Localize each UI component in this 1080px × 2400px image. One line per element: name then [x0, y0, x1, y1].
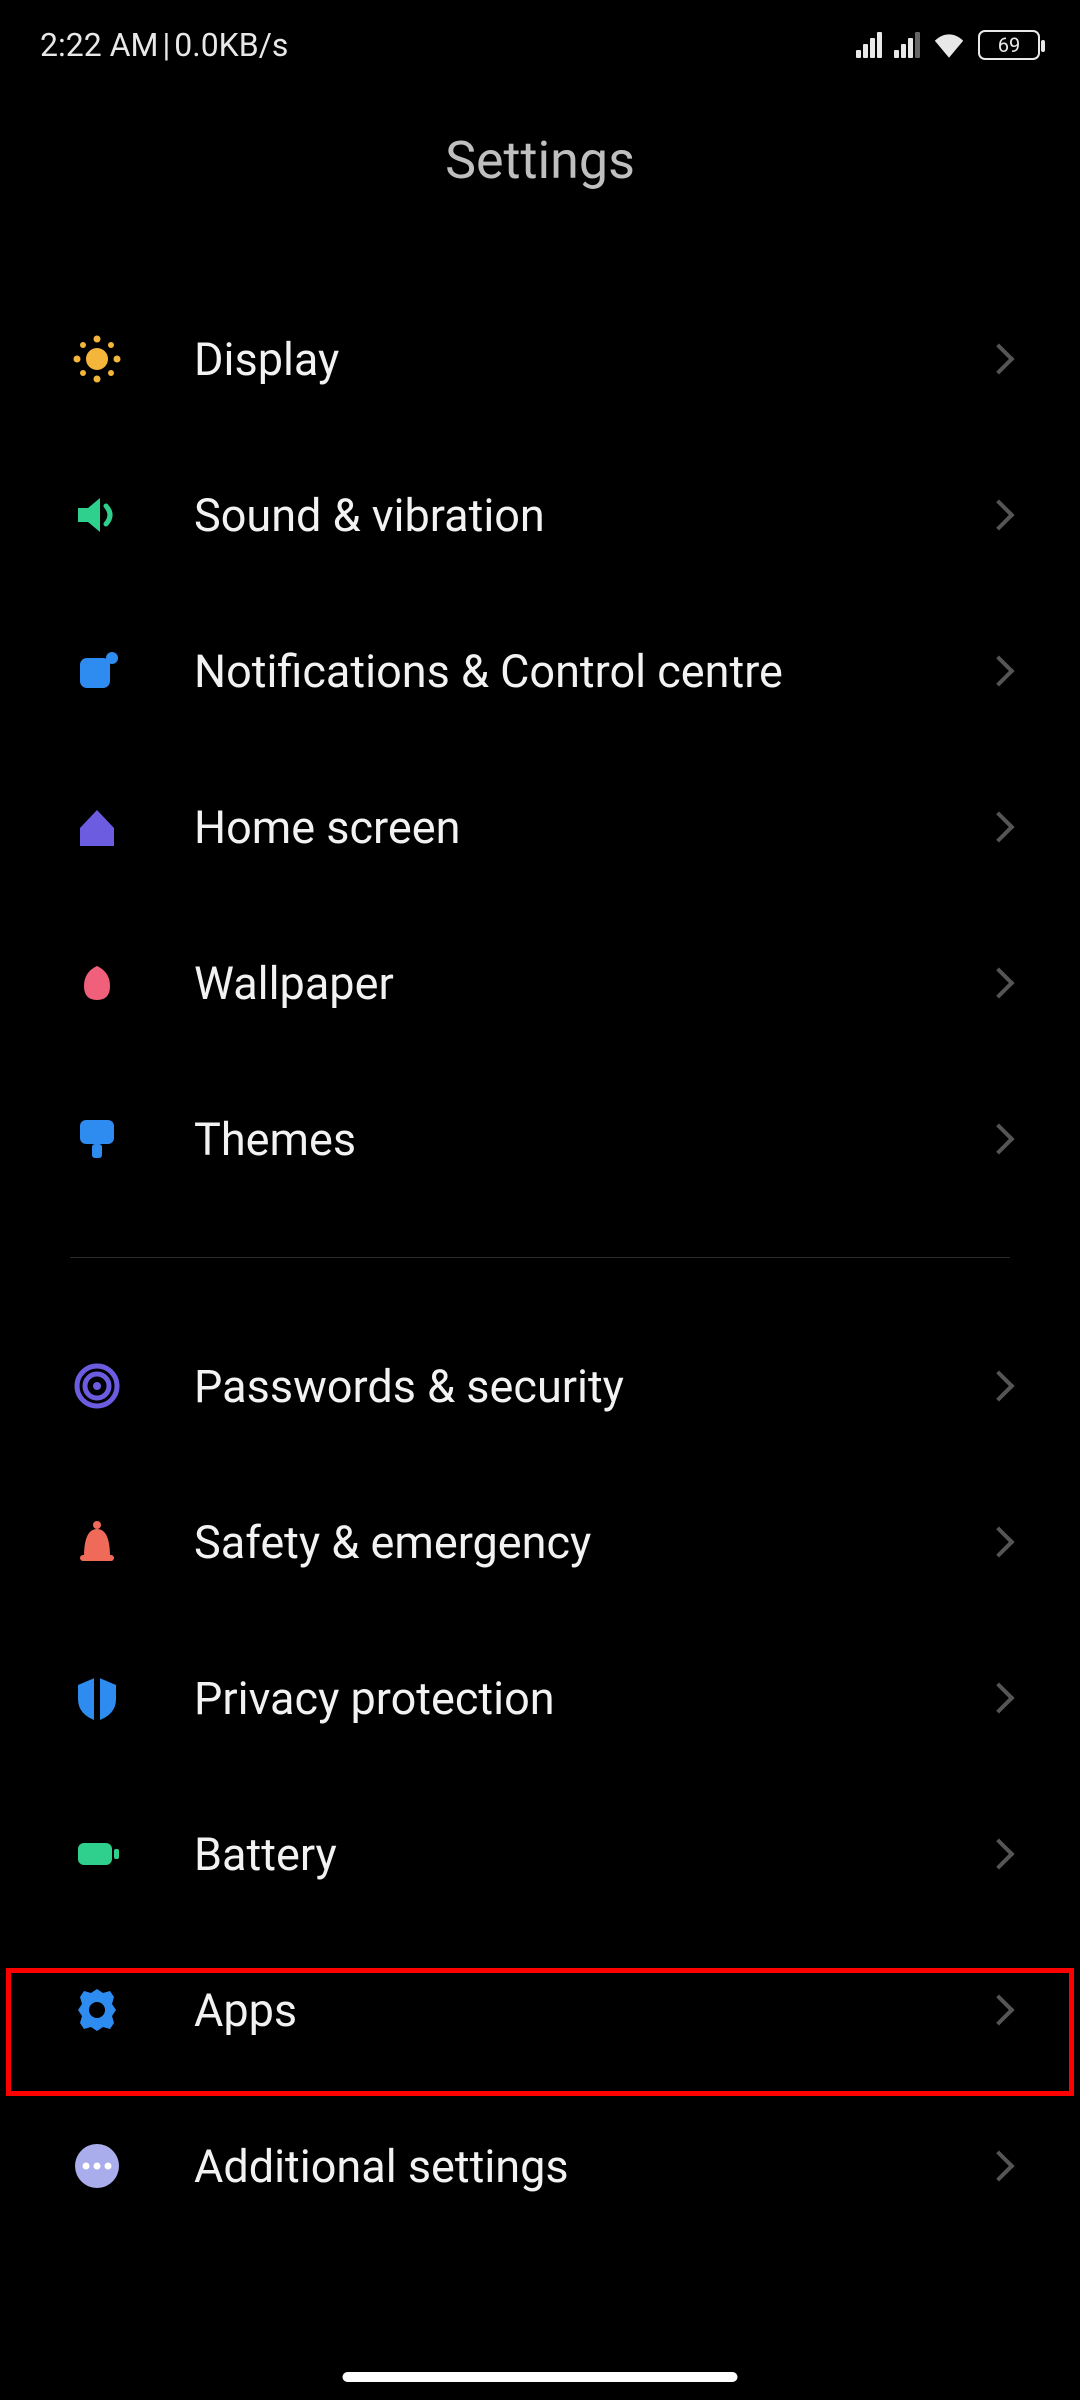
- settings-item-label: Safety & emergency: [194, 1516, 988, 1569]
- settings-item-label: Apps: [194, 1984, 988, 2037]
- chevron-right-icon: [983, 655, 1014, 686]
- chevron-right-icon: [983, 1370, 1014, 1401]
- settings-item-label: Passwords & security: [194, 1360, 988, 1413]
- chevron-right-icon: [983, 811, 1014, 842]
- flower-icon: [70, 956, 124, 1010]
- battery-level: 69: [998, 33, 1020, 57]
- settings-item-label: Display: [194, 333, 988, 386]
- status-bar: 2:22 AM | 0.0KB/s 69: [0, 0, 1080, 90]
- settings-item-apps[interactable]: Apps: [70, 1932, 1010, 2088]
- notifications-icon: [70, 644, 124, 698]
- settings-item-home-screen[interactable]: Home screen: [70, 749, 1010, 905]
- chevron-right-icon: [983, 343, 1014, 374]
- settings-list[interactable]: Display Sound & vibration Notifications …: [0, 281, 1080, 2244]
- chevron-right-icon: [983, 1123, 1014, 1154]
- settings-item-sound[interactable]: Sound & vibration: [70, 437, 1010, 593]
- signal-icon-2: [894, 32, 920, 58]
- settings-item-label: Additional settings: [194, 2140, 988, 2193]
- speaker-icon: [70, 488, 124, 542]
- settings-item-additional[interactable]: Additional settings: [70, 2088, 1010, 2244]
- settings-item-notifications[interactable]: Notifications & Control centre: [70, 593, 1010, 749]
- section-divider: [70, 1257, 1010, 1258]
- settings-item-safety[interactable]: Safety & emergency: [70, 1464, 1010, 1620]
- chevron-right-icon: [983, 1526, 1014, 1557]
- gear-icon: [70, 1983, 124, 2037]
- status-right: 69: [856, 30, 1040, 60]
- settings-item-battery[interactable]: Battery: [70, 1776, 1010, 1932]
- home-indicator[interactable]: [343, 2372, 738, 2382]
- brush-icon: [70, 1112, 124, 1166]
- emergency-icon: [70, 1515, 124, 1569]
- more-icon: [70, 2139, 124, 2193]
- battery-item-icon: [70, 1827, 124, 1881]
- settings-item-label: Battery: [194, 1828, 988, 1881]
- settings-item-passwords[interactable]: Passwords & security: [70, 1308, 1010, 1464]
- page-title: Settings: [0, 90, 1080, 281]
- home-icon: [70, 800, 124, 854]
- status-net-speed: 0.0KB/s: [174, 26, 288, 64]
- fingerprint-icon: [70, 1359, 124, 1413]
- chevron-right-icon: [983, 1838, 1014, 1869]
- chevron-right-icon: [983, 1682, 1014, 1713]
- sun-icon: [70, 332, 124, 386]
- settings-item-label: Privacy protection: [194, 1672, 988, 1725]
- settings-item-label: Home screen: [194, 801, 988, 854]
- settings-item-themes[interactable]: Themes: [70, 1061, 1010, 1217]
- chevron-right-icon: [983, 499, 1014, 530]
- settings-item-label: Notifications & Control centre: [194, 645, 988, 698]
- chevron-right-icon: [983, 2150, 1014, 2181]
- settings-item-wallpaper[interactable]: Wallpaper: [70, 905, 1010, 1061]
- settings-item-privacy[interactable]: Privacy protection: [70, 1620, 1010, 1776]
- settings-item-label: Themes: [194, 1113, 988, 1166]
- settings-item-label: Wallpaper: [194, 957, 988, 1010]
- shield-icon: [70, 1671, 124, 1725]
- settings-item-display[interactable]: Display: [70, 281, 1010, 437]
- wifi-icon: [932, 32, 966, 58]
- chevron-right-icon: [983, 1994, 1014, 2025]
- signal-icon: [856, 32, 882, 58]
- battery-icon: 69: [978, 30, 1040, 60]
- status-left: 2:22 AM | 0.0KB/s: [40, 26, 288, 64]
- chevron-right-icon: [983, 967, 1014, 998]
- status-time: 2:22 AM: [40, 26, 158, 64]
- settings-item-label: Sound & vibration: [194, 489, 988, 542]
- status-separator: |: [162, 26, 170, 64]
